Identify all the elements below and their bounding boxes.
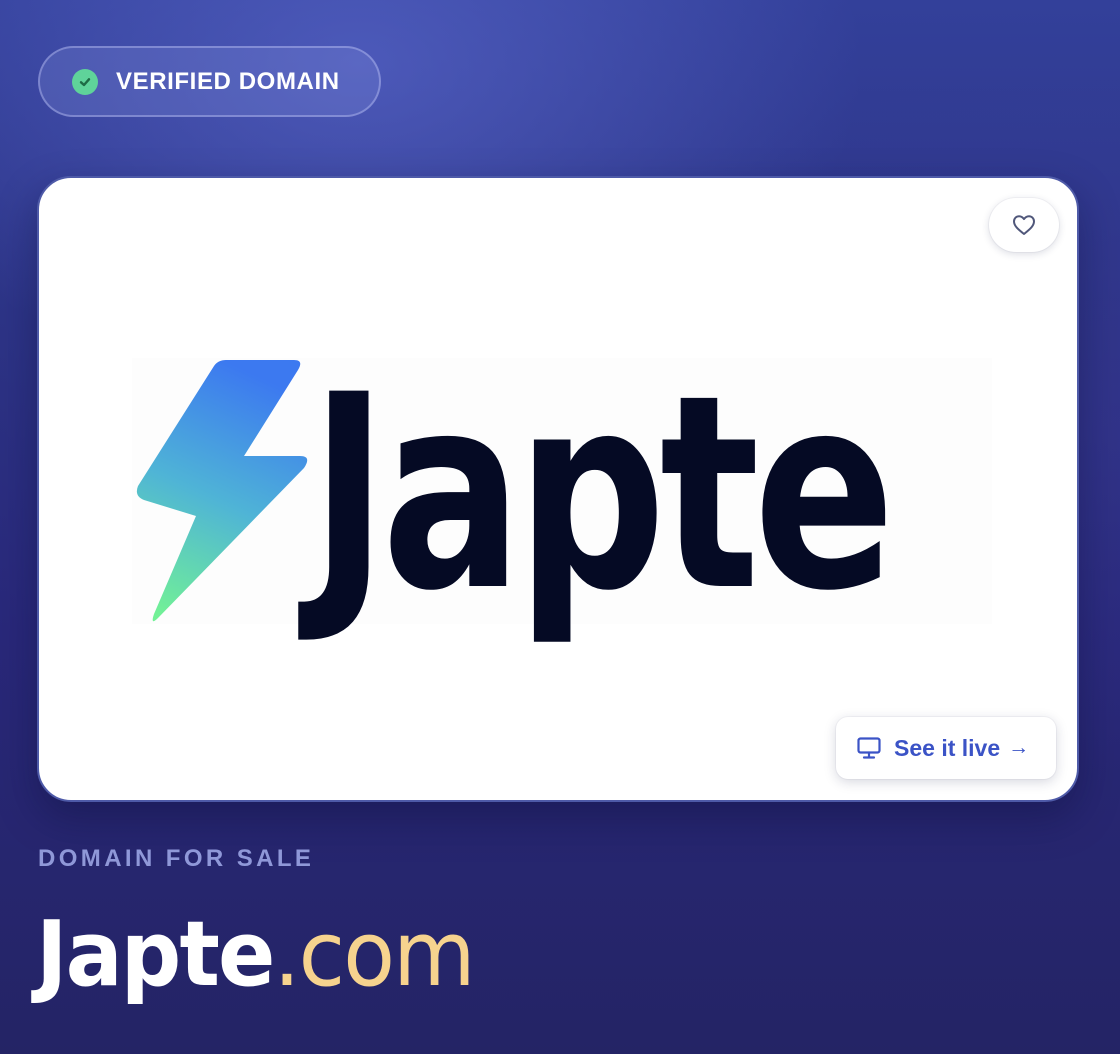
monitor-icon xyxy=(856,735,882,761)
domain-preview-card[interactable]: Japte See it live → xyxy=(37,176,1079,802)
domain-for-sale-label: DOMAIN FOR SALE xyxy=(38,845,315,872)
logo-wordmark: Japte xyxy=(310,338,895,650)
verified-domain-label: VERIFIED DOMAIN xyxy=(116,68,340,95)
domain-base: Japte xyxy=(36,902,275,1007)
verified-domain-badge: VERIFIED DOMAIN xyxy=(38,46,381,117)
domain-logo: Japte xyxy=(132,358,992,628)
domain-name-heading: Japte.com xyxy=(36,902,476,1007)
heart-icon xyxy=(1013,215,1035,235)
see-it-live-button[interactable]: See it live → xyxy=(836,717,1056,779)
check-circle-icon xyxy=(72,69,98,95)
lightning-bolt-icon xyxy=(136,360,308,622)
domain-tld: .com xyxy=(273,902,476,1007)
see-it-live-label: See it live xyxy=(894,734,1001,761)
arrow-right-icon: → xyxy=(1008,736,1030,759)
favorite-button[interactable] xyxy=(989,198,1059,252)
